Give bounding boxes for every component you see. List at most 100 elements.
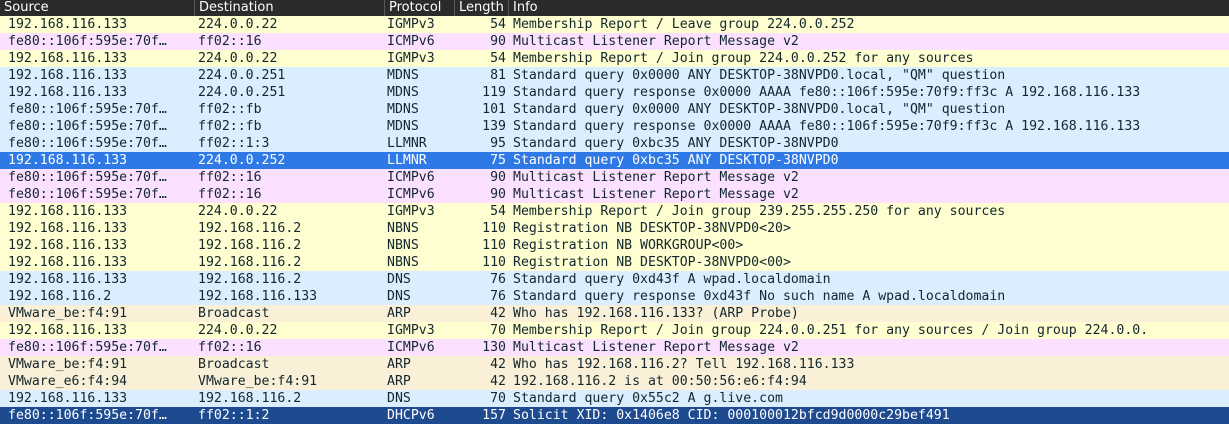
cell-protocol: NBNS xyxy=(387,255,419,270)
cell-info: Multicast Listener Report Message v2 xyxy=(513,340,799,355)
cell-destination: 224.0.0.251 xyxy=(198,85,286,100)
cell-source: 192.168.116.133 xyxy=(8,272,128,287)
table-row[interactable]: 192.168.116.133 224.0.0.22 IGMPv3 54 Members… xyxy=(0,50,1229,67)
cell-destination: ff02::16 xyxy=(198,34,262,49)
cell-protocol: DNS xyxy=(387,289,411,304)
cell-destination: Broadcast xyxy=(198,306,270,321)
cell-source: fe80::106f:595e:70f… xyxy=(8,34,167,49)
cell-protocol: IGMPv3 xyxy=(387,323,435,338)
cell-info: Registration NB WORKGROUP<00> xyxy=(513,238,744,253)
cell-info: Multicast Listener Report Message v2 xyxy=(513,170,799,185)
cell-length: 54 xyxy=(490,17,506,32)
cell-protocol: ICMPv6 xyxy=(387,170,435,185)
cell-source: fe80::106f:595e:70f… xyxy=(8,187,167,202)
packet-rows: 192.168.116.133 224.0.0.22 IGMPv3 54 Members… xyxy=(0,16,1229,424)
table-row[interactable]: 192.168.116.133 224.0.0.251 MDNS 119 Standar… xyxy=(0,84,1229,101)
cell-destination: ff02::1:3 xyxy=(198,136,270,151)
cell-source: VMware_be:f4:91 xyxy=(8,357,128,372)
cell-info: Who has 192.168.116.2? Tell 192.168.116.… xyxy=(513,357,855,372)
table-row[interactable]: fe80::106f:595e:70f… ff02::fb MDNS 139 Stand… xyxy=(0,118,1229,135)
table-row[interactable]: 192.168.116.2 192.168.116.133 DNS 76 Standar… xyxy=(0,288,1229,305)
cell-source: fe80::106f:595e:70f… xyxy=(8,408,167,423)
column-header-protocol[interactable]: Protocol xyxy=(385,0,455,16)
cell-info: Standard query 0xbc35 ANY DESKTOP-38NVPD… xyxy=(513,153,839,168)
cell-protocol: MDNS xyxy=(387,119,419,134)
cell-source: fe80::106f:595e:70f… xyxy=(8,102,167,117)
cell-destination: 192.168.116.2 xyxy=(198,238,302,253)
table-row[interactable]: fe80::106f:595e:70f… ff02::1:3 LLMNR 95 Stan… xyxy=(0,135,1229,152)
cell-destination: Broadcast xyxy=(198,357,270,372)
cell-protocol: IGMPv3 xyxy=(387,17,435,32)
cell-info: Membership Report / Leave group 224.0.0.… xyxy=(513,17,855,32)
cell-protocol: DNS xyxy=(387,272,411,287)
column-header-length[interactable]: Length xyxy=(455,0,509,16)
cell-protocol: ARP xyxy=(387,357,411,372)
cell-info: 192.168.116.2 is at 00:50:56:e6:f4:94 xyxy=(513,374,807,389)
table-row[interactable]: 192.168.116.133 192.168.116.2 NBNS 110 Regis… xyxy=(0,237,1229,254)
cell-destination: ff02::16 xyxy=(198,170,262,185)
cell-length: 110 xyxy=(482,238,506,253)
table-row[interactable]: 192.168.116.133 192.168.116.2 NBNS 110 Regis… xyxy=(0,220,1229,237)
column-header-source[interactable]: Source xyxy=(0,0,195,16)
cell-source: VMware_e6:f4:94 xyxy=(8,374,128,389)
table-row-selected[interactable]: 192.168.116.133 224.0.0.252 LLMNR 75 Standar… xyxy=(0,152,1229,169)
cell-source: 192.168.116.133 xyxy=(8,51,128,66)
table-row[interactable]: 192.168.116.133 224.0.0.22 IGMPv3 54 Members… xyxy=(0,16,1229,33)
table-row[interactable]: 192.168.116.133 224.0.0.22 IGMPv3 54 Members… xyxy=(0,203,1229,220)
cell-length: 130 xyxy=(482,340,506,355)
cell-source: fe80::106f:595e:70f… xyxy=(8,119,167,134)
cell-protocol: IGMPv3 xyxy=(387,204,435,219)
column-header-destination[interactable]: Destination xyxy=(195,0,385,16)
table-row[interactable]: fe80::106f:595e:70f… ff02::16 ICMPv6 90 Mult… xyxy=(0,169,1229,186)
cell-protocol: IGMPv3 xyxy=(387,51,435,66)
cell-info: Registration NB DESKTOP-38NVPD0<00> xyxy=(513,255,791,270)
table-row[interactable]: 192.168.116.133 192.168.116.2 NBNS 110 Regis… xyxy=(0,254,1229,271)
cell-info: Membership Report / Join group 239.255.2… xyxy=(513,204,1006,219)
table-row[interactable]: fe80::106f:595e:70f… ff02::16 ICMPv6 90 Mult… xyxy=(0,33,1229,50)
cell-destination: ff02::16 xyxy=(198,187,262,202)
table-row[interactable]: VMware_be:f4:91 Broadcast ARP 42 Who has 192… xyxy=(0,305,1229,322)
cell-protocol: ICMPv6 xyxy=(387,340,435,355)
cell-source: 192.168.116.133 xyxy=(8,255,128,270)
cell-source: 192.168.116.133 xyxy=(8,323,128,338)
cell-protocol: DNS xyxy=(387,391,411,406)
cell-info: Multicast Listener Report Message v2 xyxy=(513,187,799,202)
cell-info: Standard query 0x0000 ANY DESKTOP-38NVPD… xyxy=(513,102,1006,117)
cell-destination: ff02::1:2 xyxy=(198,408,270,423)
cell-source: 192.168.116.133 xyxy=(8,85,128,100)
table-row[interactable]: 192.168.116.133 224.0.0.22 IGMPv3 70 Members… xyxy=(0,322,1229,339)
cell-destination: 224.0.0.251 xyxy=(198,68,286,83)
table-row[interactable]: 192.168.116.133 224.0.0.251 MDNS 81 Standard… xyxy=(0,67,1229,84)
table-row[interactable]: 192.168.116.133 192.168.116.2 DNS 70 Standar… xyxy=(0,390,1229,407)
cell-protocol: NBNS xyxy=(387,221,419,236)
cell-protocol: DHCPv6 xyxy=(387,408,435,423)
cell-info: Standard query response 0x0000 AAAA fe80… xyxy=(513,85,1141,100)
cell-protocol: NBNS xyxy=(387,238,419,253)
cell-protocol: MDNS xyxy=(387,85,419,100)
cell-protocol: ICMPv6 xyxy=(387,34,435,49)
cell-protocol: LLMNR xyxy=(387,136,427,151)
cell-info: Membership Report / Join group 224.0.0.2… xyxy=(513,323,1149,338)
cell-length: 95 xyxy=(490,136,506,151)
table-row[interactable]: 192.168.116.133 192.168.116.2 DNS 76 Standar… xyxy=(0,271,1229,288)
cell-info: Standard query 0xd43f A wpad.localdomain xyxy=(513,272,831,287)
cell-length: 90 xyxy=(490,187,506,202)
cell-length: 139 xyxy=(482,119,506,134)
table-row[interactable]: VMware_be:f4:91 Broadcast ARP 42 Who has 192… xyxy=(0,356,1229,373)
cell-length: 42 xyxy=(490,357,506,372)
column-header-bar: Source Destination Protocol Length Info xyxy=(0,0,1229,16)
table-row[interactable]: VMware_e6:f4:94 VMware_be:f4:91 ARP 42 192.1… xyxy=(0,373,1229,390)
cell-protocol: MDNS xyxy=(387,102,419,117)
table-row[interactable]: fe80::106f:595e:70f… ff02::16 ICMPv6 90 Mult… xyxy=(0,186,1229,203)
column-header-info[interactable]: Info xyxy=(509,0,1229,16)
cell-length: 42 xyxy=(490,306,506,321)
cell-destination: 192.168.116.2 xyxy=(198,221,302,236)
table-row[interactable]: fe80::106f:595e:70f… ff02::16 ICMPv6 130 Mul… xyxy=(0,339,1229,356)
cell-source: 192.168.116.133 xyxy=(8,153,128,168)
cell-destination: 224.0.0.22 xyxy=(198,51,278,66)
cell-info: Who has 192.168.116.133? (ARP Probe) xyxy=(513,306,799,321)
table-row[interactable]: fe80::106f:595e:70f… ff02::1:2 DHCPv6 157 So… xyxy=(0,407,1229,424)
table-row[interactable]: fe80::106f:595e:70f… ff02::fb MDNS 101 Stand… xyxy=(0,101,1229,118)
cell-source: 192.168.116.133 xyxy=(8,221,128,236)
cell-source: 192.168.116.133 xyxy=(8,238,128,253)
